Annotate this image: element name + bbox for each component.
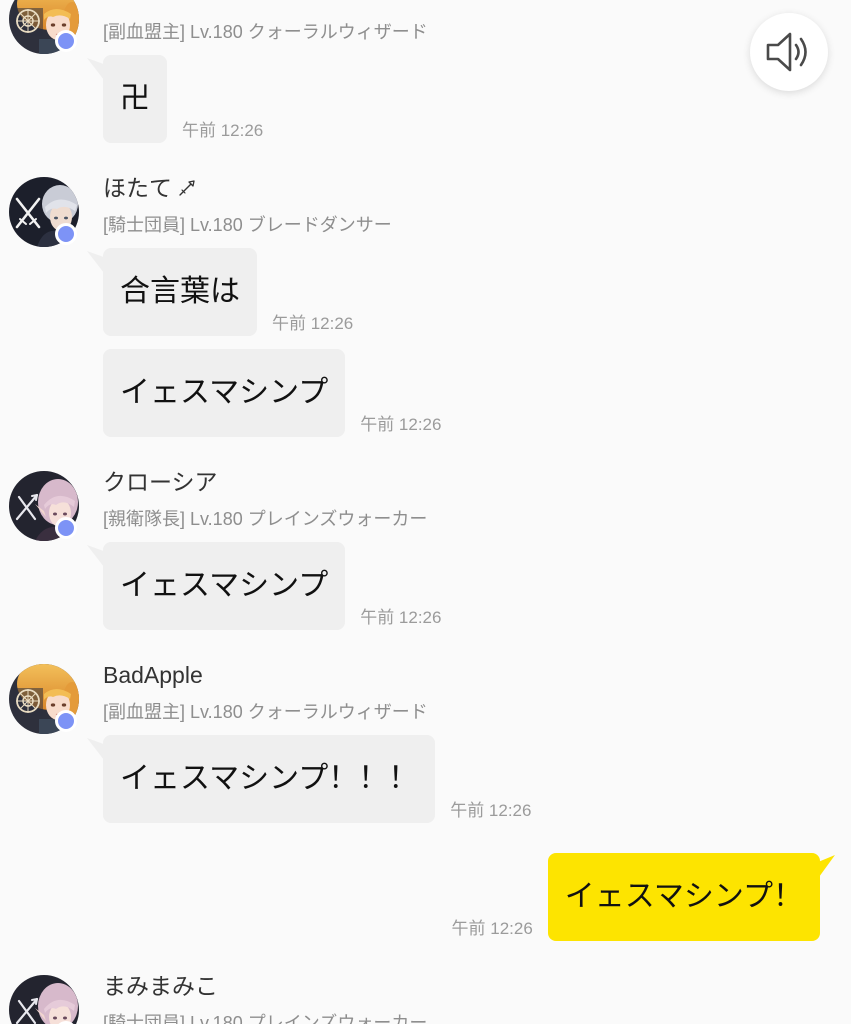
- sender-name-line: [103, 0, 851, 7]
- sender-role: [副血盟主] Lv.180 クォーラルウィザード: [103, 702, 428, 722]
- status-dot: [55, 30, 77, 52]
- message-time: 午前 12:26: [182, 121, 264, 140]
- sound-toggle-button[interactable]: [750, 13, 828, 91]
- message-group: [副血盟主] Lv.180 クォーラルウィザード卍午前 12:26: [0, 0, 851, 143]
- message-bubble[interactable]: イェスマシンプ: [103, 349, 346, 437]
- message-row: イェスマシンプ！！！ 午前 12:26: [103, 735, 851, 823]
- message-bubble[interactable]: イェスマシンプ: [103, 542, 346, 630]
- chat-message-list[interactable]: [副血盟主] Lv.180 クォーラルウィザード卍午前 12:26 ほたて [騎士…: [0, 0, 851, 1024]
- status-dot: [55, 710, 77, 732]
- sender-role: [親衛隊長] Lv.180 プレインズウォーカー: [103, 509, 428, 529]
- plainswalker-avatar[interactable]: [9, 975, 79, 1024]
- message-row: 合言葉は 午前 12:26: [103, 248, 851, 336]
- message-row: イェスマシンプ 午前 12:26: [103, 349, 851, 437]
- message-group: クローシア [親衛隊長] Lv.180 プレインズウォーカーイェスマシンプ 午前 1…: [0, 470, 851, 630]
- own-message-group: 午前 12:26 イェスマシンプ！: [0, 853, 851, 941]
- sender-name-line: BadApple: [103, 663, 851, 687]
- message-group: BadApple [副血盟主] Lv.180 クォーラルウィザードイェスマシンプ！…: [0, 663, 851, 823]
- status-dot: [55, 517, 77, 539]
- sender-role: [騎士団員] Lv.180 ブレードダンサー: [103, 215, 392, 235]
- own-message-bubble[interactable]: イェスマシンプ！: [547, 853, 820, 941]
- message-row: イェスマシンプ 午前 12:26: [103, 542, 851, 630]
- wizard-avatar[interactable]: [9, 664, 79, 734]
- sender-name-line: クローシア: [103, 470, 851, 494]
- chat-screen: [副血盟主] Lv.180 クォーラルウィザード卍午前 12:26 ほたて [騎士…: [0, 0, 851, 1024]
- sender-name-line: ほたて: [103, 176, 851, 200]
- message-time: 午前 12:26: [451, 919, 533, 938]
- message-group: まみまみこ [騎士団員] Lv.180 プレインズウォーカー: [0, 974, 851, 1024]
- blade-dancer-avatar[interactable]: [9, 177, 79, 247]
- sender-name: まみまみこ: [103, 973, 218, 999]
- message-time: 午前 12:26: [360, 608, 442, 627]
- message-time: 午前 12:26: [450, 801, 532, 820]
- sender-name: クローシア: [103, 469, 218, 495]
- sender-role: [副血盟主] Lv.180 クォーラルウィザード: [103, 22, 428, 42]
- message-bubble[interactable]: 卍: [103, 55, 167, 143]
- status-dot: [55, 223, 77, 245]
- wizard-avatar[interactable]: [9, 0, 79, 54]
- message-row: 卍午前 12:26: [103, 55, 851, 143]
- sender-name-line: まみまみこ: [103, 974, 851, 998]
- message-row: 午前 12:26 イェスマシンプ！: [0, 853, 820, 941]
- sender-name: BadApple: [103, 662, 203, 688]
- sender-name: ほたて: [103, 175, 172, 201]
- message-bubble[interactable]: 合言葉は: [103, 248, 257, 336]
- message-time: 午前 12:26: [272, 314, 354, 333]
- plainswalker-avatar[interactable]: [9, 471, 79, 541]
- sender-role: [騎士団員] Lv.180 プレインズウォーカー: [103, 1013, 428, 1024]
- message-group: ほたて [騎士団員] Lv.180 ブレードダンサー 合言葉は 午前 12:26 イェス…: [0, 176, 851, 437]
- pen-icon: [178, 179, 196, 197]
- speaker-icon: [764, 29, 814, 75]
- message-bubble[interactable]: イェスマシンプ！！！: [103, 735, 436, 823]
- message-time: 午前 12:26: [360, 415, 442, 434]
